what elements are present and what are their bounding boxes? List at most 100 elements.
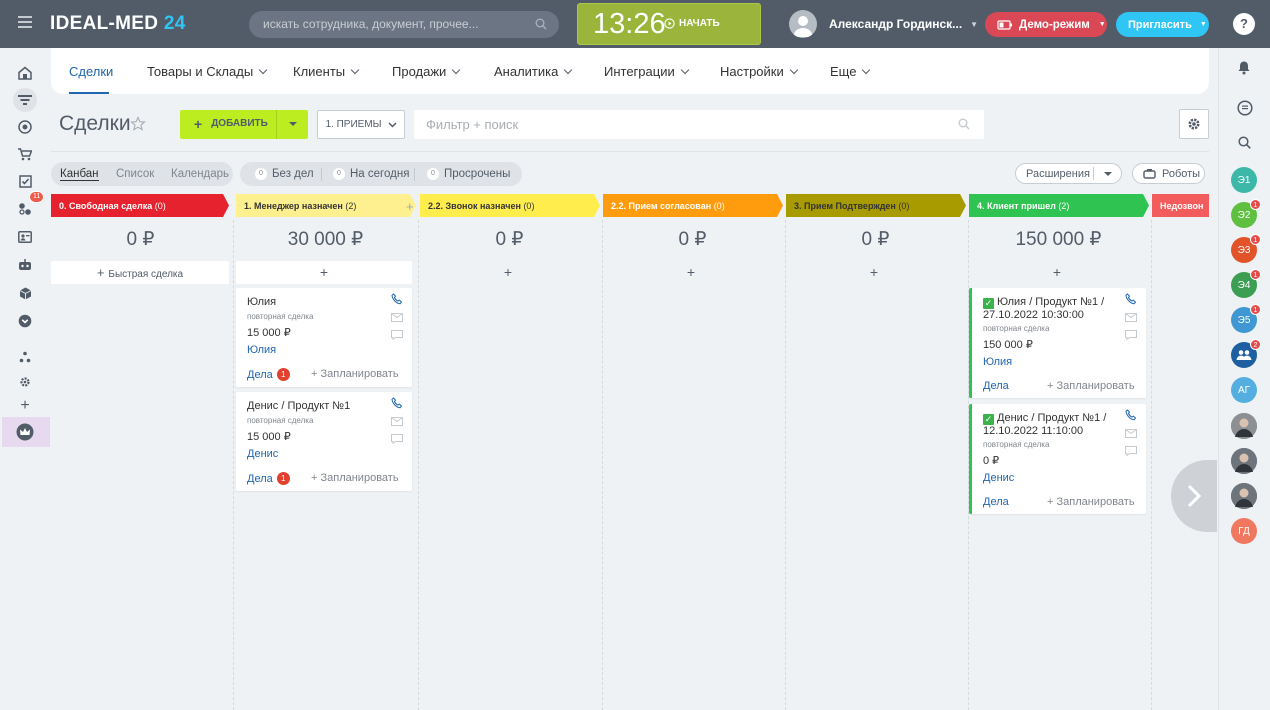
chat-avatar[interactable]: Э1	[1231, 167, 1257, 193]
tab-more[interactable]: Еще	[830, 64, 871, 79]
phone-icon[interactable]	[391, 293, 405, 311]
tab-integrations[interactable]: Интеграции	[604, 64, 689, 79]
workday-clock[interactable]: 13:26 НАЧАТЬ	[577, 3, 761, 45]
user-menu[interactable]: Александр Гординск... ▼	[789, 10, 978, 38]
deal-card[interactable]: Денис / Продукт №1 повторная сделка 15 000…	[236, 392, 412, 491]
counter-overdue[interactable]: 0 Просрочены	[427, 168, 510, 180]
schedule-button[interactable]: + Запланировать	[311, 368, 399, 380]
mail-icon[interactable]	[391, 415, 405, 433]
deal-title[interactable]: ✓ Юлия / Продукт №1 / 27.10.2022 10:30:00	[983, 296, 1118, 321]
settings-button[interactable]	[1179, 109, 1209, 139]
sitemap-icon[interactable]	[13, 345, 37, 369]
add-card-button[interactable]: +	[603, 261, 779, 284]
comment-icon[interactable]	[391, 329, 405, 347]
chat-avatar[interactable]: Э3 1	[1231, 234, 1261, 263]
quick-deal-button[interactable]: + Быстрая сделка	[51, 261, 229, 284]
deal-title[interactable]: Юлия	[247, 296, 387, 308]
phone-icon[interactable]	[391, 397, 405, 415]
deal-tasks[interactable]: Дела	[983, 380, 1009, 392]
plus-icon[interactable]: +	[13, 394, 37, 418]
deal-contact[interactable]: Юлия	[983, 356, 1012, 368]
stage-header[interactable]: Недозвон	[1152, 194, 1209, 217]
add-dropdown-button[interactable]	[276, 110, 308, 139]
star-icon[interactable]	[130, 116, 146, 135]
puzzle-icon[interactable]: 11	[13, 191, 45, 221]
extensions-button[interactable]: Расширения	[1015, 163, 1122, 184]
checkbox-icon[interactable]	[13, 169, 37, 193]
filter-input[interactable]	[426, 117, 926, 132]
schedule-button[interactable]: + Запланировать	[1047, 380, 1135, 392]
tab-sales[interactable]: Продажи	[392, 64, 461, 79]
home-icon[interactable]	[13, 61, 37, 85]
deal-title[interactable]: Денис / Продукт №1	[247, 400, 387, 412]
add-card-button[interactable]: +	[786, 261, 962, 284]
user-photo-avatar[interactable]	[1231, 448, 1257, 474]
search-input[interactable]	[263, 17, 523, 31]
schedule-button[interactable]: + Запланировать	[311, 472, 399, 484]
tab-deals[interactable]: Сделки	[69, 64, 113, 79]
deal-contact[interactable]: Денис	[247, 448, 278, 460]
view-kanban[interactable]: Канбан	[60, 168, 99, 181]
counter-no-tasks[interactable]: 0 Без дел	[255, 168, 314, 180]
box-icon[interactable]	[13, 281, 37, 305]
deal-card[interactable]: Юлия повторная сделка 15 000 ₽ Юлия Дела 1 + З…	[236, 288, 412, 387]
add-card-button[interactable]: +	[420, 261, 596, 284]
filter-icon[interactable]	[13, 88, 37, 112]
user-photo-avatar[interactable]	[1231, 413, 1257, 439]
tab-settings[interactable]: Настройки	[720, 64, 798, 79]
add-deal-button[interactable]: + ДОБАВИТЬ	[180, 110, 308, 139]
start-workday-button[interactable]: НАЧАТЬ	[664, 18, 720, 29]
search-icon[interactable]	[1238, 136, 1251, 152]
mail-icon[interactable]	[391, 311, 405, 329]
chat-avatar[interactable]: Э4 1	[1231, 269, 1261, 298]
deal-tasks[interactable]: Дела 1	[247, 472, 290, 485]
tab-analytics[interactable]: Аналитика	[494, 64, 573, 79]
comment-icon[interactable]	[391, 433, 405, 451]
deal-card[interactable]: ✓ Денис / Продукт №1 / 12.10.2022 11:10:0…	[969, 404, 1146, 514]
chat-avatar[interactable]: ГД	[1231, 518, 1257, 544]
chat-avatar[interactable]: АГ	[1231, 377, 1257, 403]
add-card-button[interactable]: +	[969, 261, 1145, 284]
tab-clients[interactable]: Клиенты	[293, 64, 360, 79]
pipeline-select[interactable]: 1. ПРИЕМЫ	[317, 110, 405, 139]
mail-icon[interactable]	[1125, 427, 1139, 445]
stage-header[interactable]: 1. Менеджер назначен (2)	[236, 194, 416, 217]
help-button[interactable]: ?	[1233, 13, 1255, 35]
add-card-button[interactable]: +	[236, 261, 412, 284]
contact-card-icon[interactable]	[13, 225, 37, 249]
stage-header[interactable]: 2.2. Звонок назначен (0)	[420, 194, 600, 217]
chat-avatar[interactable]: 2	[1231, 339, 1261, 368]
menu-icon[interactable]	[18, 16, 32, 28]
counter-today[interactable]: 0 На сегодня	[333, 168, 409, 180]
chat-avatar[interactable]: Э2 1	[1231, 199, 1261, 228]
crown-icon[interactable]	[13, 420, 37, 444]
comment-icon[interactable]	[1125, 445, 1139, 463]
stage-header[interactable]: 3. Прием Подтвержден (0)	[786, 194, 966, 217]
phone-icon[interactable]	[1125, 293, 1139, 311]
user-photo-avatar[interactable]	[1231, 483, 1257, 509]
comment-icon[interactable]	[1125, 329, 1139, 347]
robots-button[interactable]: Роботы	[1132, 163, 1205, 184]
deal-tasks[interactable]: Дела	[983, 496, 1009, 508]
stage-header[interactable]: 0. Свободная сделка (0)	[51, 194, 229, 217]
view-list[interactable]: Список	[116, 168, 154, 180]
tab-products[interactable]: Товары и Склады	[147, 64, 268, 79]
demo-mode-button[interactable]: Демо-режим ▼	[985, 12, 1107, 37]
mail-icon[interactable]	[1125, 311, 1139, 329]
deal-tasks[interactable]: Дела 1	[247, 368, 290, 381]
logo[interactable]: IDEAL-MED 24	[50, 13, 186, 35]
add-stage-icon[interactable]: +	[406, 199, 414, 214]
robot-icon[interactable]	[13, 253, 37, 277]
bell-icon[interactable]	[1237, 60, 1251, 78]
phone-icon[interactable]	[1125, 409, 1139, 427]
deal-title[interactable]: ✓ Денис / Продукт №1 / 12.10.2022 11:10:0…	[983, 412, 1118, 437]
global-search[interactable]	[249, 11, 559, 38]
gear-icon[interactable]	[13, 370, 37, 394]
target-icon[interactable]	[13, 115, 37, 139]
invite-button[interactable]: Пригласить ▼	[1116, 12, 1209, 37]
deal-contact[interactable]: Юлия	[247, 344, 276, 356]
deal-contact[interactable]: Денис	[983, 472, 1014, 484]
chat-icon[interactable]	[1237, 100, 1253, 119]
view-calendar[interactable]: Календарь	[171, 168, 229, 180]
schedule-button[interactable]: + Запланировать	[1047, 496, 1135, 508]
